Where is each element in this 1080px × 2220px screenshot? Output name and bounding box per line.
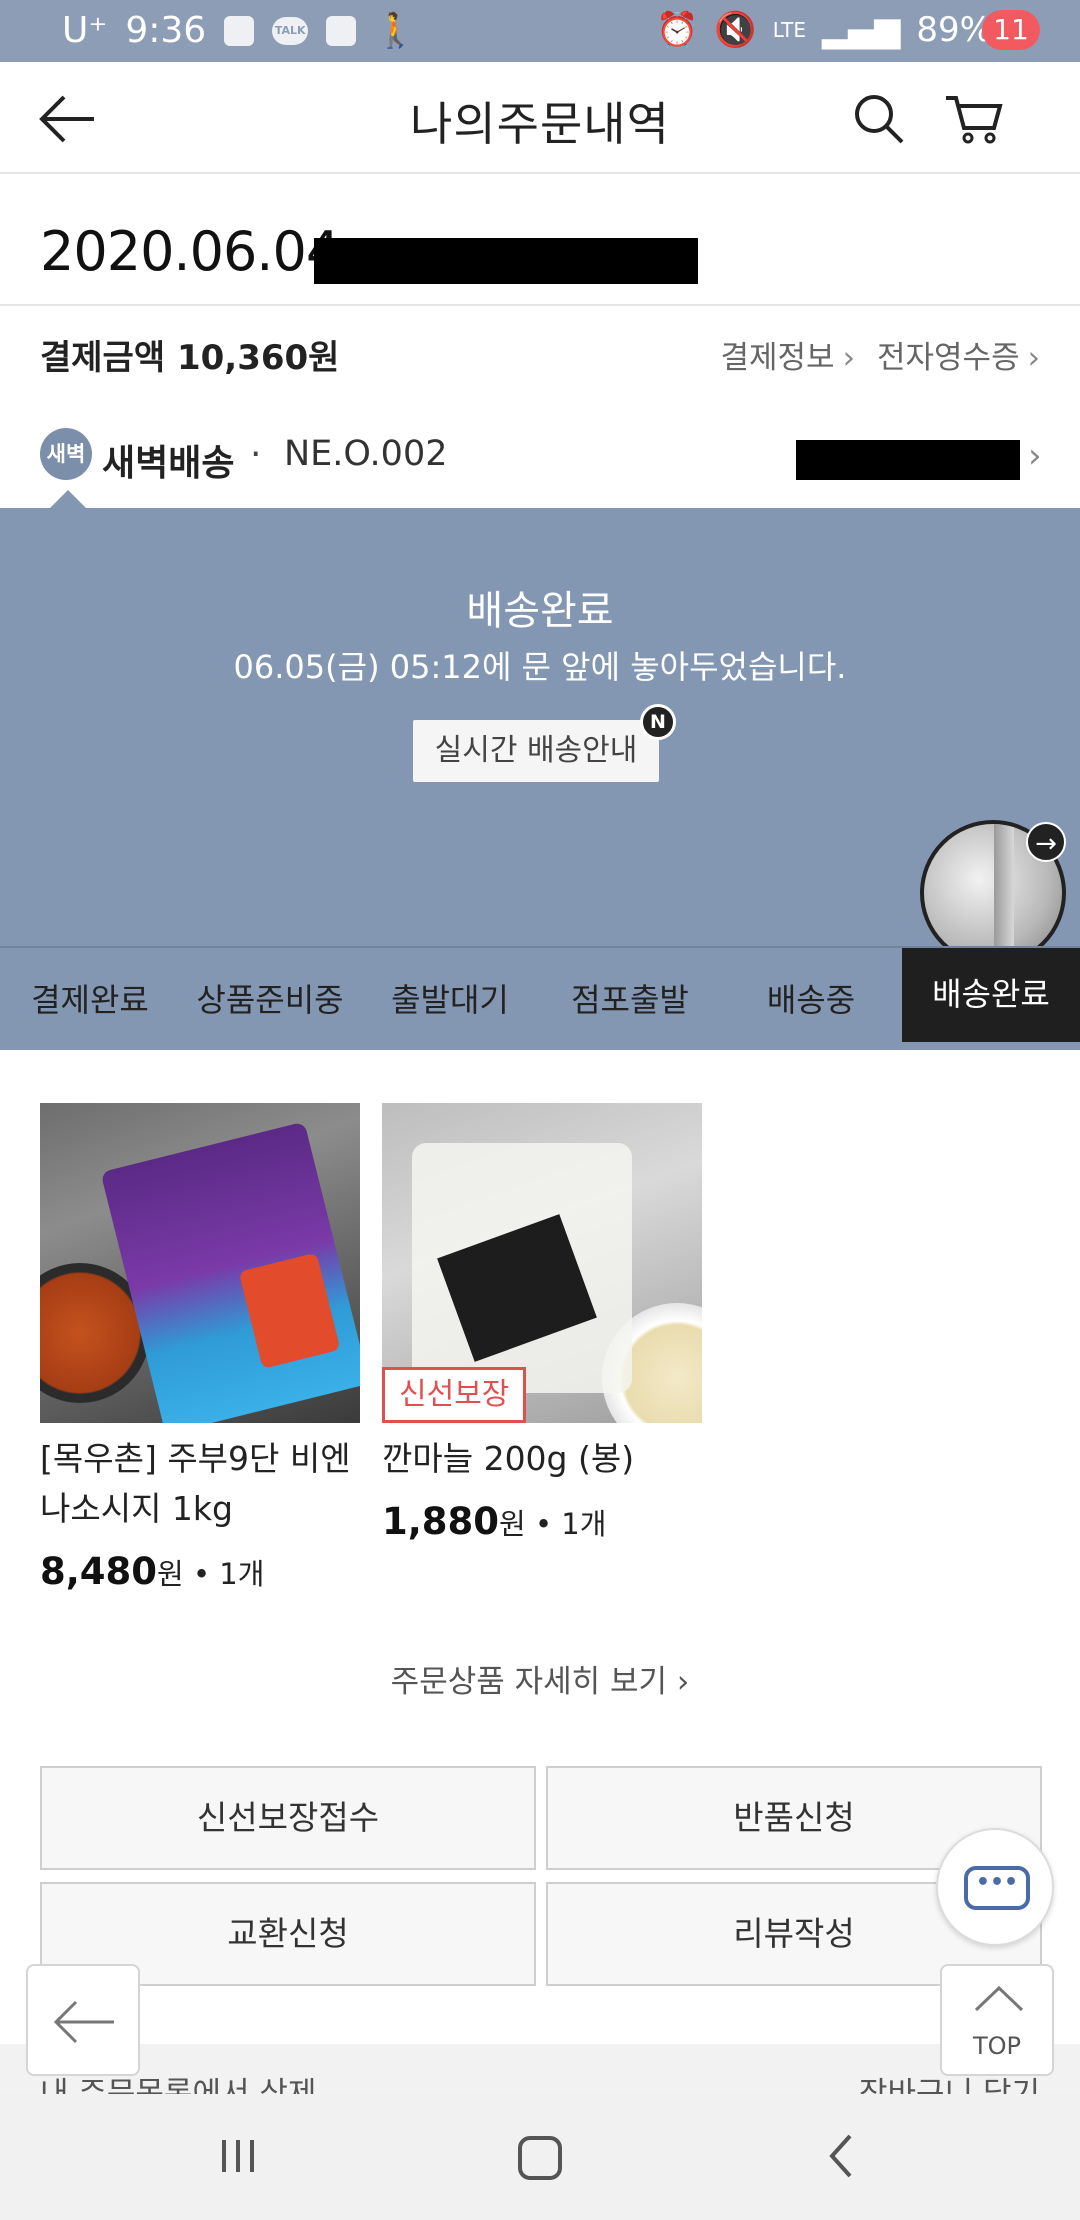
step-delivered: 배송완료	[902, 948, 1080, 1042]
battery-percent: 89%	[916, 10, 992, 50]
app-header: 나의주문내역	[0, 62, 1080, 174]
receipt-link[interactable]: 전자영수증 ›	[877, 332, 1040, 377]
top-label: TOP	[972, 2032, 1022, 2060]
order-details-label: 주문상품 자세히 보기	[390, 1664, 668, 1700]
product-price: 1,880원 • 1개	[382, 1500, 606, 1543]
chevron-up-icon	[974, 1985, 1024, 2012]
quantity: 1개	[219, 1557, 265, 1591]
chevron-right-icon: ›	[667, 1664, 690, 1700]
product-photo-detail	[100, 1121, 360, 1423]
chat-button[interactable]: •••	[936, 1828, 1054, 1946]
volte-icon	[326, 15, 357, 46]
quantity-separator: •	[525, 1507, 562, 1541]
delivery-type: 새벽배송	[102, 443, 235, 484]
payment-links: 결제정보 › 전자영수증 ›	[720, 332, 1040, 377]
delivery-status-message: 06.05(금) 05:12에 문 앞에 놓아두었습니다.	[233, 648, 847, 686]
talk-icon: TALK	[272, 16, 309, 45]
network-label: LTE	[772, 18, 806, 42]
status-left: U⁺ 9:36 TALK 🚶	[62, 10, 417, 51]
currency-unit: 원	[157, 1557, 184, 1591]
product-price: 8,480원 • 1개	[40, 1550, 264, 1593]
delivery-status-title: 배송완료	[466, 588, 614, 634]
order-details-link[interactable]: 주문상품 자세히 보기 ›	[0, 1656, 1080, 1701]
order-date: 2020.06.04	[40, 220, 340, 283]
fresh-guarantee-tag: 신선보장	[382, 1367, 527, 1423]
product-image-sausage[interactable]	[40, 1103, 360, 1423]
step-in-transit: 배송중	[766, 981, 856, 1019]
divider	[0, 304, 1080, 306]
new-badge: N	[640, 704, 676, 740]
price-value: 1,880	[382, 1500, 500, 1543]
home-icon[interactable]	[518, 2136, 562, 2180]
price-value: 8,480	[40, 1550, 158, 1593]
receipt-label: 전자영수증	[876, 340, 1020, 376]
signal-icon: ▂▄▆	[821, 10, 901, 50]
fresh-guarantee-claim-button[interactable]: 신선보장접수	[40, 1766, 536, 1870]
system-back-icon[interactable]	[826, 2132, 856, 2180]
step-waiting-departure: 출발대기	[391, 981, 509, 1019]
product-name[interactable]: 깐마늘 200g (봉)	[382, 1434, 712, 1484]
clock: 9:36	[125, 10, 207, 51]
scroll-top-button[interactable]: TOP	[940, 1964, 1054, 2076]
quantity: 1개	[561, 1507, 607, 1541]
delivery-code: NE.O.002	[284, 434, 448, 474]
currency-unit: 원	[499, 1507, 526, 1541]
floating-back-button[interactable]	[26, 1964, 140, 2076]
live-tracking-button[interactable]: 실시간 배송안내	[413, 720, 659, 782]
cart-icon[interactable]	[944, 92, 1004, 146]
quantity-separator: •	[183, 1557, 220, 1591]
back-arrow-icon	[53, 2000, 114, 2044]
chevron-right-icon: ›	[842, 340, 855, 376]
separator-dot: ·	[250, 434, 262, 475]
payment-label: 결제금액	[40, 338, 166, 378]
page-title: 나의주문내역	[410, 97, 670, 151]
step-store-departure: 점포출발	[571, 981, 689, 1019]
dawn-delivery-badge: 새벽	[40, 428, 92, 480]
status-bar: U⁺ 9:36 TALK 🚶 ⏰ 🔇 LTE ▂▄▆ 89%	[0, 0, 1080, 62]
panel-pointer	[50, 490, 86, 508]
carrier-label: U⁺	[62, 10, 108, 51]
mute-icon: 🔇	[714, 10, 757, 50]
status-right: ⏰ 🔇 LTE ▂▄▆ 89%	[656, 10, 1028, 50]
cart-count-badge: 11	[982, 10, 1040, 50]
step-preparing: 상품준비중	[196, 981, 344, 1019]
chevron-right-icon[interactable]: ›	[1028, 436, 1042, 476]
arrow-right-icon[interactable]: →	[1026, 822, 1066, 862]
calendar-icon	[224, 15, 255, 46]
system-nav-bar	[0, 2094, 1080, 2220]
search-icon[interactable]	[852, 92, 906, 146]
payment-value: 10,360원	[176, 338, 340, 378]
redacted-order-number	[314, 238, 698, 284]
delivery-steps: 결제완료 상품준비중 출발대기 점포출발 배송중 배송완료	[0, 946, 1080, 1050]
payment-amount: 결제금액 10,360원	[40, 330, 339, 379]
delivery-status-panel: 배송완료 06.05(금) 05:12에 문 앞에 놓아두었습니다. 실시간 배…	[0, 508, 1080, 966]
recent-apps-icon[interactable]	[218, 2136, 258, 2176]
payment-info-link[interactable]: 결제정보 ›	[720, 332, 855, 377]
alarm-icon: ⏰	[656, 10, 699, 50]
chat-bubble-icon: •••	[964, 1866, 1030, 1910]
chevron-right-icon: ›	[1027, 340, 1040, 376]
walking-icon: 🚶	[374, 10, 417, 51]
redacted-address[interactable]	[796, 440, 1020, 480]
product-name[interactable]: [목우촌] 주부9단 비엔나소시지 1kg	[40, 1434, 360, 1534]
payment-info-label: 결제정보	[720, 340, 835, 376]
step-payment-complete: 결제완료	[31, 981, 149, 1019]
